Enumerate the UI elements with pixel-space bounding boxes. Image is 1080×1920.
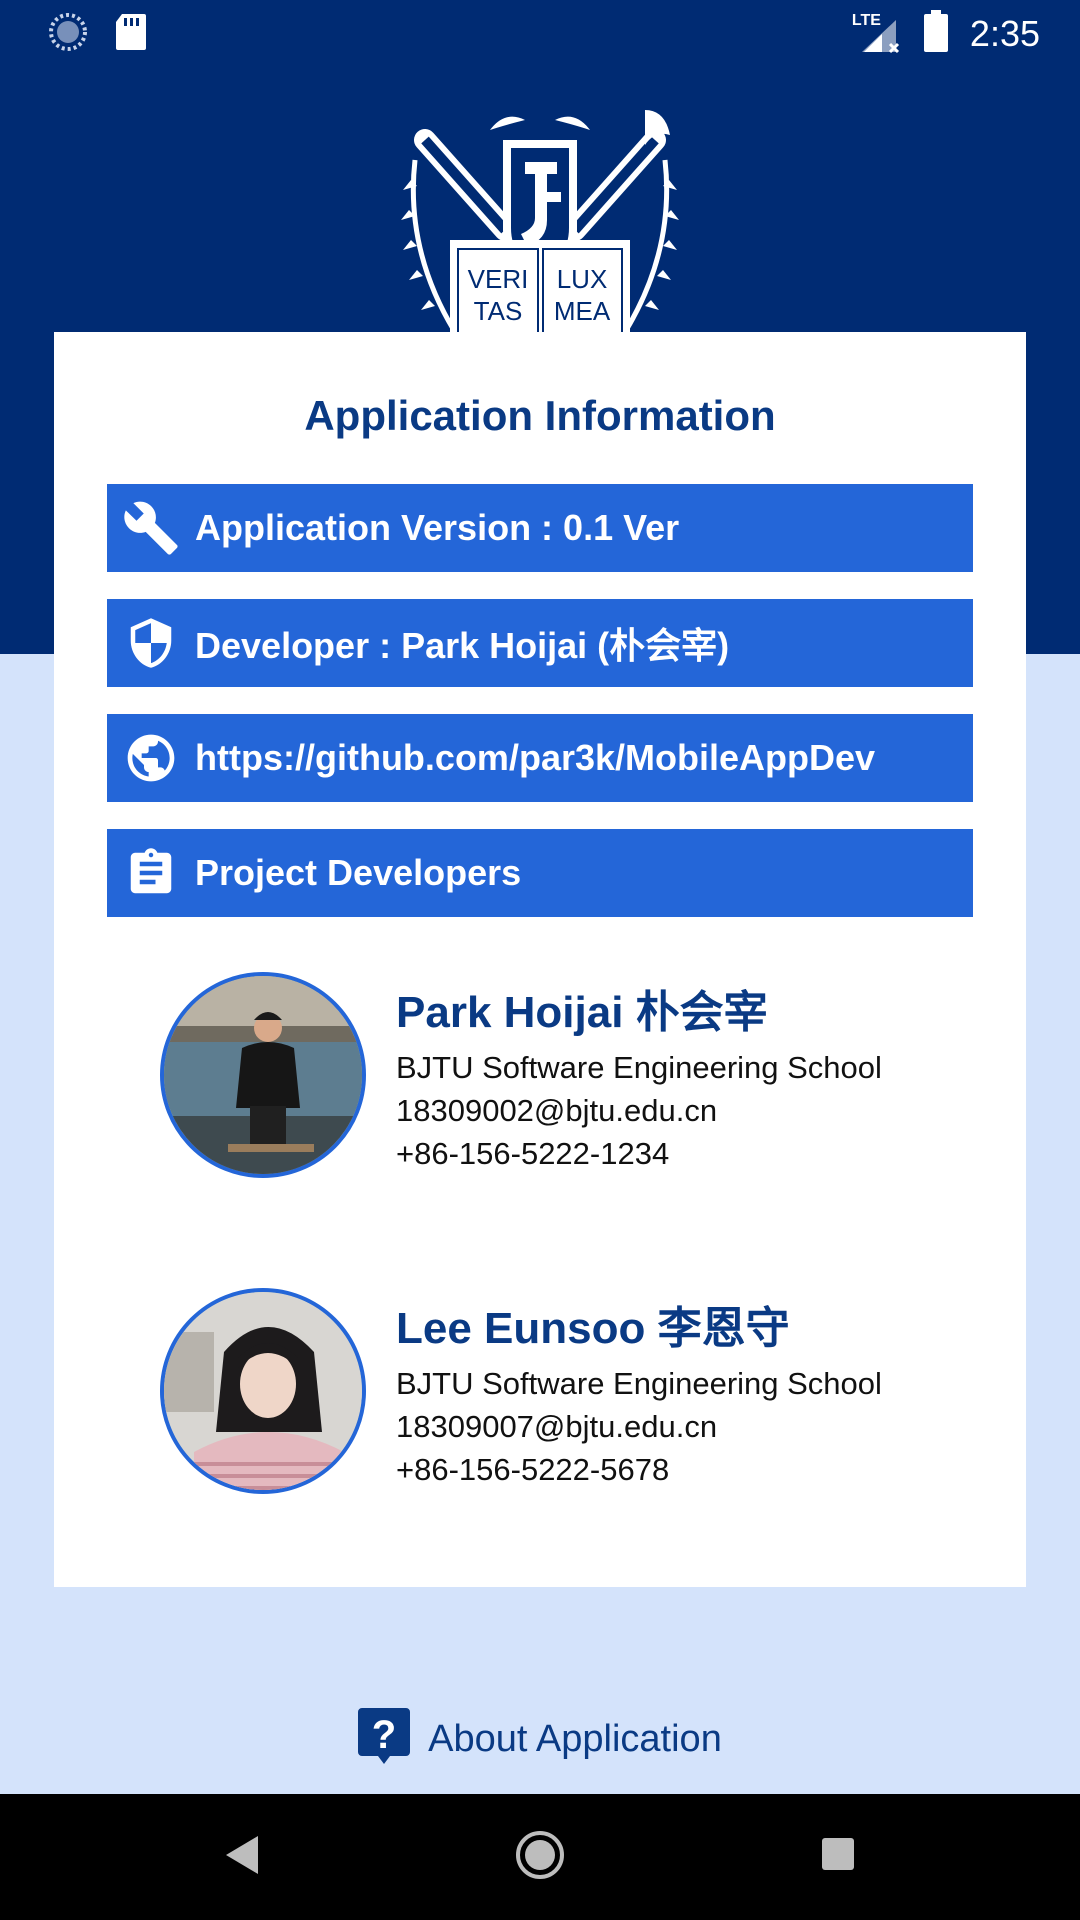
application-info-card: Application Information Application Vers… — [54, 332, 1026, 1587]
help-icon: ? — [358, 1708, 411, 1771]
avatar — [160, 1288, 366, 1494]
developer-phone: +86-156-5222-1234 — [396, 1136, 670, 1171]
clipboard-icon — [121, 843, 181, 903]
developer-entry: Lee Eunsoo 李恩守 BJTU Software Engineering… — [160, 1288, 960, 1500]
developer-label: Developer : Park Hoijai (朴会宰) — [195, 625, 730, 666]
sync-icon — [48, 12, 88, 57]
system-nav-bar — [0, 1794, 1080, 1920]
globe-icon — [121, 728, 181, 788]
developer-entry: Park Hoijai 朴会宰 BJTU Software Engineerin… — [160, 972, 960, 1184]
project-developers-button[interactable]: Project Developers — [107, 829, 973, 917]
developer-school: BJTU Software Engineering School — [396, 1050, 882, 1085]
svg-text:?: ? — [372, 1713, 396, 1757]
recents-icon[interactable] — [820, 1836, 856, 1877]
motto-lux: LUX — [557, 264, 608, 294]
app-version-button[interactable]: Application Version : 0.1 Ver — [107, 484, 973, 572]
developer-email: 18309002@bjtu.edu.cn — [396, 1093, 718, 1128]
developer-button[interactable]: Developer : Park Hoijai (朴会宰) — [107, 599, 973, 687]
app-version-label: Application Version : 0.1 Ver — [195, 507, 680, 548]
developer-name: Park Hoijai 朴会宰 — [396, 988, 768, 1037]
clock: 2:35 — [969, 12, 1040, 54]
developer-email: 18309007@bjtu.edu.cn — [396, 1409, 718, 1444]
about-application-label: About Application — [428, 1718, 722, 1760]
wrench-icon — [121, 498, 181, 558]
shield-icon — [121, 613, 181, 673]
motto-tas: TAS — [474, 296, 523, 326]
developer-name: Lee Eunsoo 李恩守 — [396, 1304, 790, 1353]
home-icon[interactable] — [514, 1829, 566, 1886]
sd-card-icon — [114, 12, 148, 57]
motto-mea: MEA — [554, 296, 611, 326]
status-bar: LTE 2:35 — [0, 0, 1080, 64]
about-application-button[interactable]: ? About Application — [0, 1708, 1080, 1771]
developer-school: BJTU Software Engineering School — [396, 1366, 882, 1401]
avatar — [160, 972, 366, 1178]
github-link-label: https://github.com/par3k/MobileAppDev — [195, 737, 876, 778]
university-emblem-logo: VERI LUX TAS MEA — [395, 100, 685, 332]
project-developers-label: Project Developers — [195, 852, 522, 893]
back-icon[interactable] — [224, 1834, 262, 1881]
signal-icon: LTE — [852, 12, 902, 56]
motto-veri: VERI — [468, 264, 529, 294]
github-link-button[interactable]: https://github.com/par3k/MobileAppDev — [107, 714, 973, 802]
battery-icon — [923, 10, 948, 57]
developer-phone: +86-156-5222-5678 — [396, 1452, 670, 1487]
card-title: Application Information — [304, 392, 776, 439]
